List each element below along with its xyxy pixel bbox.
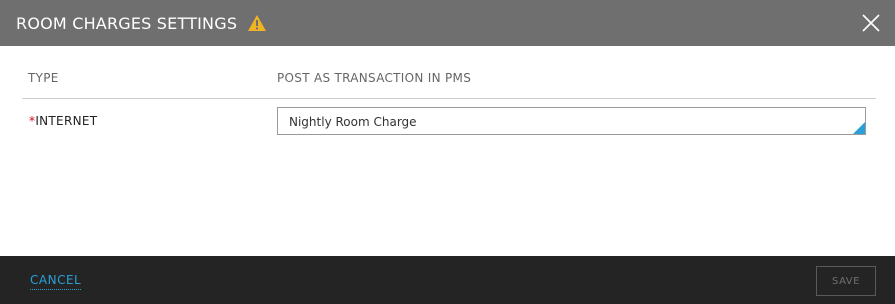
cancel-button[interactable]: CANCEL [30, 273, 82, 290]
table-header: TYPE POST AS TRANSACTION IN PMS [22, 46, 876, 99]
close-icon[interactable] [861, 13, 881, 33]
dialog-footer: CANCEL SAVE [0, 256, 895, 304]
dialog-header: ROOM CHARGES SETTINGS [0, 0, 895, 46]
post-as-select[interactable]: Nightly Room Charge [277, 107, 866, 135]
save-button[interactable]: SAVE [816, 266, 876, 296]
warning-triangle-icon [247, 14, 267, 32]
dialog-title: ROOM CHARGES SETTINGS [16, 13, 238, 33]
row-type-text: INTERNET [35, 114, 98, 128]
dialog-content: TYPE POST AS TRANSACTION IN PMS *INTERNE… [0, 46, 895, 256]
column-header-post-as: POST AS TRANSACTION IN PMS [277, 71, 472, 85]
row-type-label: *INTERNET [29, 114, 97, 128]
column-header-type: TYPE [28, 71, 59, 85]
select-corner-indicator-icon [853, 122, 865, 134]
post-as-select-value: Nightly Room Charge [289, 115, 417, 129]
